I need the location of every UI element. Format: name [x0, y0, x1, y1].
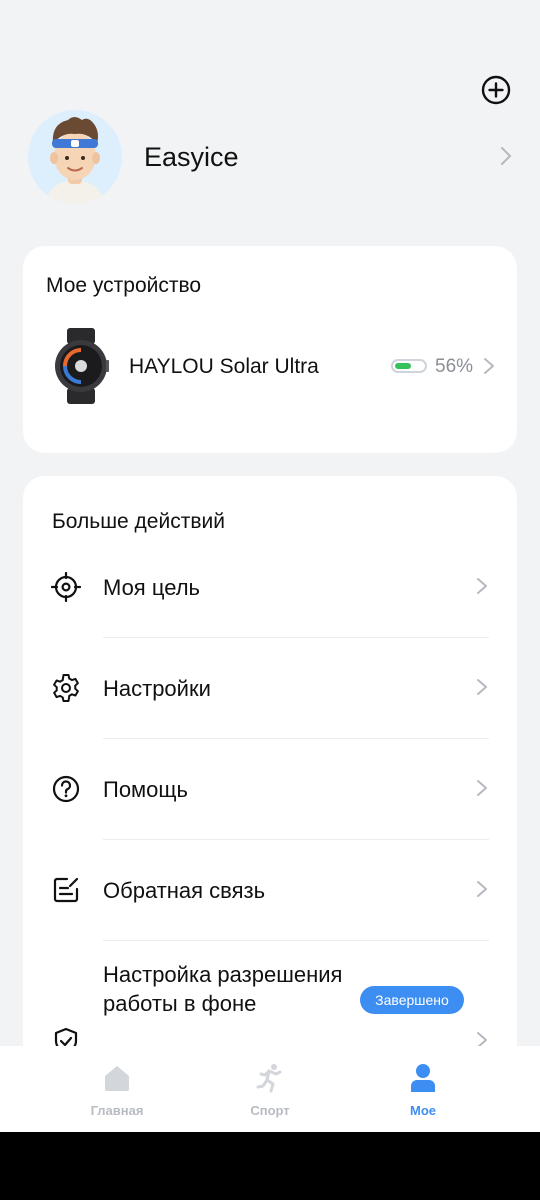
- system-navigation-bar: [0, 1132, 540, 1200]
- target-icon: [51, 572, 81, 602]
- menu-item-label: Настройки: [103, 676, 211, 701]
- home-icon: [105, 1066, 129, 1091]
- tab-home[interactable]: Главная: [57, 1046, 177, 1132]
- run-icon: [256, 1064, 282, 1093]
- menu-item-goal[interactable]: Моя цель: [23, 538, 517, 639]
- menu-item-label: Моя цель: [103, 575, 200, 600]
- battery-percent: 56%: [435, 356, 474, 377]
- menu-item-label: Настройка разрешения работы в фоне: [103, 962, 343, 1016]
- menu-item-settings[interactable]: Настройки: [23, 639, 517, 740]
- actions-card: Больше действий Моя цель Настройки Помощ…: [23, 476, 517, 1136]
- username: Easyice: [144, 142, 239, 172]
- tab-label: Главная: [90, 1103, 144, 1118]
- device-name: HAYLOU Solar Ultra: [129, 355, 319, 378]
- divider: [103, 738, 489, 739]
- tab-label: Спорт: [250, 1103, 290, 1118]
- plus-circle-icon: [481, 75, 511, 105]
- device-card: Мое устройство HAYLOU Solar Ultra 56%: [23, 246, 517, 453]
- battery-indicator: [391, 359, 427, 373]
- chevron-right-icon: [477, 578, 487, 594]
- chevron-right-icon: [477, 881, 487, 897]
- profile-row[interactable]: Easyice: [0, 108, 540, 206]
- chevron-right-icon: [484, 358, 494, 374]
- divider: [103, 839, 489, 840]
- menu-item-feedback[interactable]: Обратная связь: [23, 841, 517, 942]
- avatar[interactable]: [28, 110, 122, 204]
- battery-fill: [395, 363, 411, 369]
- actions-title: Больше действий: [52, 510, 225, 533]
- status-badge: Завершено: [360, 986, 464, 1014]
- tab-label: Мое: [410, 1103, 436, 1118]
- divider: [103, 637, 489, 638]
- tab-me[interactable]: Мое: [363, 1046, 483, 1132]
- gear-icon: [53, 674, 79, 702]
- chevron-right-icon: [501, 147, 511, 165]
- watch-icon: [55, 328, 109, 404]
- person-icon: [411, 1064, 435, 1092]
- menu-item-help[interactable]: Помощь: [23, 740, 517, 841]
- add-device-button[interactable]: [480, 74, 512, 106]
- divider: [103, 940, 489, 941]
- feedback-icon: [53, 877, 79, 903]
- tab-sport[interactable]: Спорт: [210, 1046, 330, 1132]
- device-row[interactable]: HAYLOU Solar Ultra 56%: [23, 316, 517, 416]
- chevron-right-icon: [477, 780, 487, 796]
- menu-item-label: Обратная связь: [103, 878, 266, 903]
- device-card-title: Мое устройство: [46, 274, 202, 297]
- menu-item-label: Помощь: [103, 777, 188, 802]
- chevron-right-icon: [477, 679, 487, 695]
- bottom-tab-bar: Главная Спорт Мое: [0, 1046, 540, 1132]
- help-icon: [52, 775, 80, 803]
